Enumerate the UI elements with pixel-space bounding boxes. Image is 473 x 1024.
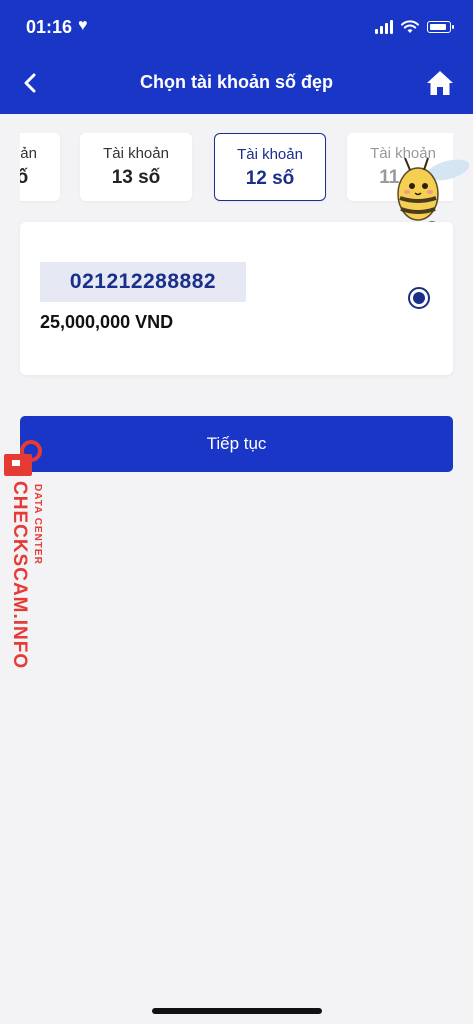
account-option-card[interactable]: 021212288882 25,000,000 VND — [20, 222, 453, 375]
tab-14-digits[interactable]: Tài khoản 14 số — [20, 133, 60, 201]
lock-icon — [4, 454, 32, 476]
tab-label: Tài khoản — [237, 146, 303, 163]
home-button[interactable] — [425, 68, 455, 98]
tab-label: Tài khoản — [103, 145, 169, 162]
wifi-icon — [401, 20, 419, 33]
tab-value: 13 số — [111, 167, 161, 188]
tab-label: Tài khoản — [20, 145, 37, 162]
account-number: 021212288882 — [40, 262, 246, 302]
account-price: 25,000,000 VND — [40, 312, 174, 332]
bee-mascot-icon — [388, 146, 472, 234]
battery-icon — [427, 21, 454, 33]
status-time: 01:16 — [26, 17, 73, 37]
heart-icon: ♥ — [78, 17, 88, 34]
tab-12-digits[interactable]: Tài khoản 12 số — [214, 133, 326, 201]
tab-value: 12 số — [245, 168, 295, 189]
tab-value: 14 số — [20, 167, 29, 188]
watermark-main-text: CHECKSCAM.INFO — [9, 481, 30, 670]
account-radio-button[interactable] — [408, 287, 430, 309]
continue-button[interactable]: Tiếp tục — [20, 416, 453, 472]
nav-bar: Chọn tài khoản số đẹp — [0, 58, 473, 114]
tab-13-digits[interactable]: Tài khoản 13 số — [80, 133, 192, 201]
radio-selected-dot — [413, 292, 425, 304]
watermark-logo: CHECKSCAM.INFO DATA CENTER — [2, 436, 52, 670]
watermark-sub-text: DATA CENTER — [32, 484, 43, 565]
home-indicator — [152, 1008, 322, 1014]
cellular-signal-icon — [375, 20, 393, 34]
home-icon — [427, 71, 453, 95]
page-title: Chọn tài khoản số đẹp — [139, 72, 333, 92]
status-bar: 01:16 ♥ — [0, 0, 473, 58]
status-icons — [375, 20, 454, 34]
